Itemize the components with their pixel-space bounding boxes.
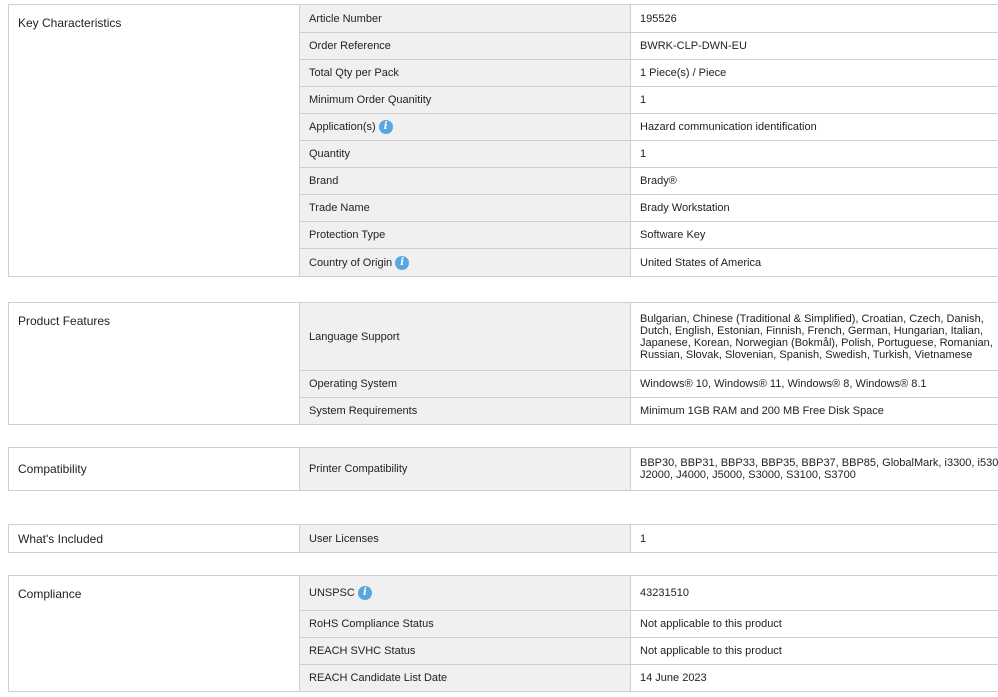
spec-label-cell: Printer Compatibility xyxy=(299,447,631,491)
spec-label-cell: REACH Candidate List Date xyxy=(299,664,631,692)
spec-label: Application(s) xyxy=(309,120,376,133)
spec-label-cell: Order Reference xyxy=(299,32,631,60)
spec-label-cell: Country of Origin i xyxy=(299,248,631,277)
spec-value: Minimum 1GB RAM and 200 MB Free Disk Spa… xyxy=(630,397,998,425)
spec-label: User Licenses xyxy=(309,532,379,545)
spec-label-cell: RoHS Compliance Status xyxy=(299,610,631,638)
info-icon[interactable]: i xyxy=(378,120,393,134)
spec-value: United States of America xyxy=(630,248,998,277)
spec-value: 43231510 xyxy=(630,575,998,611)
spec-label: Protection Type xyxy=(309,229,386,241)
spec-label: Quantity xyxy=(309,148,350,160)
spec-label-cell: Total Qty per Pack xyxy=(299,59,631,87)
section-title: What's Included xyxy=(8,524,300,553)
spec-label: REACH Candidate List Date xyxy=(309,672,448,684)
spec-label: Printer Compatibility xyxy=(309,463,408,475)
spec-value: 1 Piece(s) / Piece xyxy=(630,59,998,87)
spec-label-cell: Application(s) i xyxy=(299,113,631,141)
spec-label-cell: Language Support xyxy=(299,302,631,371)
spec-section-table: Compliance UNSPSC i 43231510 RoHS Compliance… xyxy=(8,575,998,692)
section-title: Key Characteristics xyxy=(8,4,300,277)
spec-label: Order Reference xyxy=(309,40,391,52)
spec-label: Article Number xyxy=(309,12,382,25)
spec-label-cell: REACH SVHC Status xyxy=(299,637,631,665)
spec-section-table: Product Features Language Support Bulgaria… xyxy=(8,302,998,425)
spec-value: Hazard communication identification xyxy=(630,113,998,141)
spec-value: 195526 xyxy=(630,4,998,33)
spec-label: RoHS Compliance Status xyxy=(309,618,434,630)
spec-row: Key Characteristics Article Number 195526 xyxy=(8,4,998,277)
spec-label-cell: Brand xyxy=(299,167,631,195)
spec-value: Brady Workstation xyxy=(630,194,998,222)
spec-value: BWRK-CLP-DWN-EU xyxy=(630,32,998,60)
spec-row: What's Included User Licenses 1 xyxy=(8,524,998,553)
spec-label: REACH SVHC Status xyxy=(309,645,416,657)
spec-value: 14 June 2023 xyxy=(630,664,998,692)
spec-value: Not applicable to this product xyxy=(630,610,998,638)
spec-label-cell: UNSPSC i xyxy=(299,575,631,611)
spec-label-cell: Protection Type xyxy=(299,221,631,249)
spec-value: Brady® xyxy=(630,167,998,195)
spec-label-cell: User Licenses xyxy=(299,524,631,553)
spec-label: Total Qty per Pack xyxy=(309,67,399,79)
spec-value: Not applicable to this product xyxy=(630,637,998,665)
spec-value: 1 xyxy=(630,86,998,114)
spec-label-cell: Operating System xyxy=(299,370,631,398)
spec-row: Compliance UNSPSC i 43231510 xyxy=(8,575,998,692)
spec-section-table: Key Characteristics Article Number 195526 O… xyxy=(8,4,998,277)
spec-label: Minimum Order Quanitity xyxy=(309,94,432,106)
spec-label: Language Support xyxy=(309,330,400,343)
spec-section-table: What's Included User Licenses 1 xyxy=(8,524,998,553)
spec-value: Windows® 10, Windows® 11, Windows® 8, Wi… xyxy=(630,370,998,398)
spec-value: 1 xyxy=(630,140,998,168)
info-icon[interactable]: i xyxy=(395,255,410,270)
spec-value: 1 xyxy=(630,524,998,553)
spec-label: Operating System xyxy=(309,378,398,390)
spec-label-cell: System Requirements xyxy=(299,397,631,425)
section-title: Product Features xyxy=(8,302,300,425)
spec-row: Product Features Language Support Bulgaria… xyxy=(8,302,998,425)
info-icon[interactable]: i xyxy=(357,586,372,600)
spec-value: Bulgarian, Chinese (Traditional & Simpli… xyxy=(630,302,998,371)
spec-label: Brand xyxy=(309,175,339,187)
spec-row: Compatibility Printer Compatibility BBP30,… xyxy=(8,447,998,491)
spec-value: Software Key xyxy=(630,221,998,249)
spec-label-cell: Trade Name xyxy=(299,194,631,222)
spec-section-table: Compatibility Printer Compatibility BBP30,… xyxy=(8,447,998,491)
section-title: Compliance xyxy=(8,575,300,692)
spec-label-cell: Quantity xyxy=(299,140,631,168)
spec-label: UNSPSC xyxy=(309,586,355,599)
spec-label: System Requirements xyxy=(309,405,418,417)
spec-label-cell: Minimum Order Quanitity xyxy=(299,86,631,114)
section-title: Compatibility xyxy=(8,447,300,491)
spec-label: Trade Name xyxy=(309,202,370,214)
spec-value: BBP30, BBP31, BBP33, BBP35, BBP37, BBP85… xyxy=(630,447,998,491)
spec-label-cell: Article Number xyxy=(299,4,631,33)
spec-label: Country of Origin xyxy=(309,256,393,269)
